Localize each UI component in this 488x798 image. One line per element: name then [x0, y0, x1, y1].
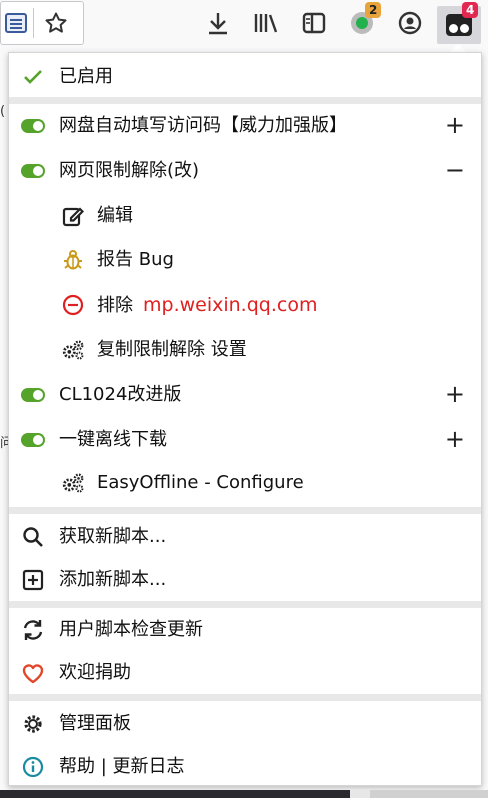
easyoffline-configure-item[interactable]: EasyOffline - Configure: [9, 463, 481, 503]
copy-settings-item[interactable]: 复制限制解除 设置: [9, 330, 481, 370]
add-square-icon: [21, 569, 45, 591]
separator: [9, 601, 481, 608]
library-icon[interactable]: [251, 8, 281, 38]
edit-script-item[interactable]: 编辑: [9, 196, 481, 236]
dashboard-item[interactable]: 管理面板: [9, 704, 481, 744]
expand-plus-icon[interactable]: +: [445, 426, 465, 452]
exclude-text: 排除: [97, 295, 133, 316]
page-bottom-strip: [0, 790, 488, 798]
add-new-script-label: 添加新脚本...: [59, 569, 167, 590]
get-new-scripts-label: 获取新脚本...: [59, 526, 167, 547]
dashboard-label: 管理面板: [59, 713, 131, 734]
check-updates-label: 用户脚本检查更新: [59, 619, 203, 640]
sidebar-icon[interactable]: [299, 8, 329, 38]
bug-icon: [61, 250, 85, 270]
enabled-label: 已启用: [59, 66, 113, 87]
greasy-badge: 2: [365, 2, 382, 18]
checkmark-icon: [21, 67, 45, 87]
star-icon[interactable]: [41, 8, 71, 38]
exclude-label: 排除 mp.weixin.qq.com: [97, 294, 317, 317]
url-bar-divider: [33, 8, 34, 38]
info-icon: [21, 756, 45, 778]
report-bug-label: 报告 Bug: [97, 249, 174, 270]
script-label: 网盘自动填写访问码【威力加强版】: [59, 115, 347, 136]
collapse-minus-icon[interactable]: −: [445, 157, 465, 183]
script-item-cl1024[interactable]: CL1024改进版 +: [9, 375, 481, 415]
exclude-domain: mp.weixin.qq.com: [143, 294, 318, 316]
easyoffline-label: EasyOffline - Configure: [97, 472, 304, 493]
exclude-minus-circle-icon: [61, 294, 85, 316]
download-icon[interactable]: [203, 8, 233, 38]
edit-label: 编辑: [97, 205, 133, 226]
toggle-on-icon[interactable]: [21, 116, 45, 136]
exclude-item[interactable]: 排除 mp.weixin.qq.com: [9, 285, 481, 325]
reader-view-icon[interactable]: [1, 8, 31, 38]
gears-icon: [61, 473, 85, 493]
browser-toolbar: 2 4: [0, 0, 488, 46]
separator: [9, 97, 481, 104]
enabled-toggle[interactable]: 已启用: [9, 57, 481, 97]
page-bottom-light: [370, 790, 488, 798]
page-edge-text: (: [0, 104, 6, 119]
refresh-icon: [21, 620, 45, 640]
add-new-script-item[interactable]: 添加新脚本...: [9, 560, 481, 600]
donate-label: 欢迎捐助: [59, 662, 131, 683]
copy-settings-label: 复制限制解除 设置: [97, 339, 247, 360]
script-item-offline[interactable]: 一键离线下载 +: [9, 420, 481, 460]
help-item[interactable]: 帮助 | 更新日志: [9, 747, 481, 787]
separator: [9, 507, 481, 514]
search-icon: [21, 527, 45, 547]
tampermonkey-badge: 4: [462, 2, 479, 18]
gears-icon: [61, 340, 85, 360]
toggle-on-icon[interactable]: [21, 385, 45, 405]
separator: [9, 694, 481, 701]
script-item-netdisk[interactable]: 网盘自动填写访问码【威力加强版】 +: [9, 106, 481, 146]
help-label: 帮助 | 更新日志: [59, 756, 185, 777]
check-updates-item[interactable]: 用户脚本检查更新: [9, 610, 481, 650]
toggle-on-icon[interactable]: [21, 161, 45, 181]
expand-plus-icon[interactable]: +: [445, 381, 465, 407]
script-label: 一键离线下载: [59, 429, 167, 450]
get-new-scripts-item[interactable]: 获取新脚本...: [9, 517, 481, 557]
script-label: 网页限制解除(改): [59, 160, 200, 181]
popup-arrow: [450, 44, 466, 52]
tampermonkey-popup: 已启用 网盘自动填写访问码【威力加强版】 + 网页限制解除(改) − 编辑 报告…: [8, 52, 482, 786]
donate-item[interactable]: 欢迎捐助: [9, 653, 481, 693]
expand-plus-icon[interactable]: +: [445, 112, 465, 138]
report-bug-item[interactable]: 报告 Bug: [9, 240, 481, 280]
account-icon[interactable]: [395, 8, 425, 38]
script-label: CL1024改进版: [59, 384, 182, 405]
script-item-unlock[interactable]: 网页限制解除(改) −: [9, 151, 481, 191]
heart-icon: [21, 663, 45, 684]
gear-icon: [21, 714, 45, 734]
url-bar-end: [0, 1, 84, 45]
edit-icon: [61, 206, 85, 227]
toggle-on-icon[interactable]: [21, 430, 45, 450]
page-bottom-dark: [0, 790, 350, 798]
